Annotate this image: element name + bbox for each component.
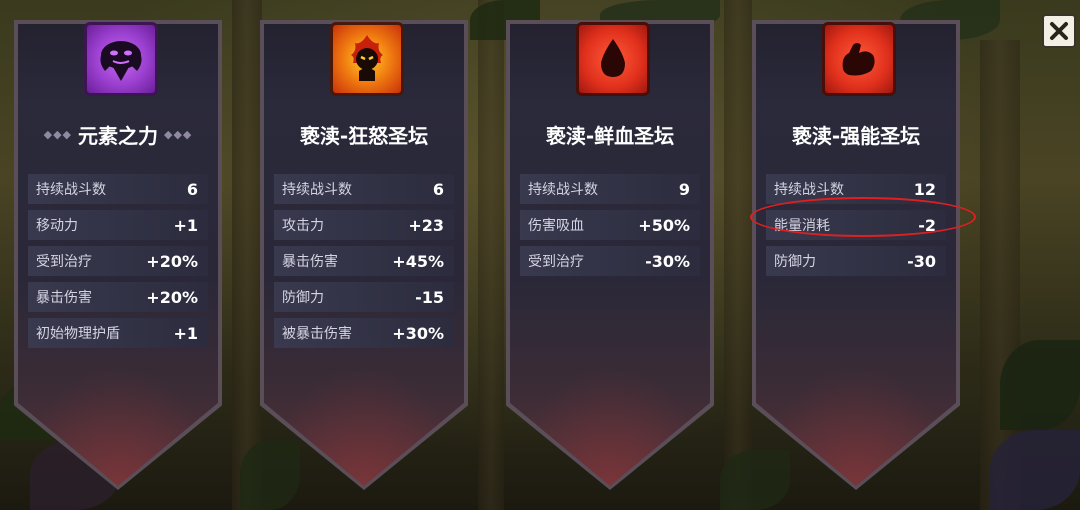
stat-row: 暴击伤害 +45% — [274, 246, 454, 276]
stat-label: 暴击伤害 — [282, 254, 338, 270]
stat-row: 暴击伤害 +20% — [28, 282, 208, 312]
stat-label: 攻击力 — [282, 218, 324, 234]
stat-row: 受到治疗 +20% — [28, 246, 208, 276]
stat-value: 12 — [913, 179, 936, 199]
flexed-arm-icon — [822, 22, 896, 96]
stat-value: -30 — [907, 251, 936, 271]
elemental-face-icon — [84, 22, 158, 96]
stat-label: 持续战斗数 — [36, 182, 106, 198]
stat-label: 受到治疗 — [36, 254, 92, 270]
stat-list: 持续战斗数 6 移动力 +1 受到治疗 +20% 暴击伤害 +20% 初始物理护… — [28, 174, 208, 354]
stat-row: 初始物理护盾 +1 — [28, 318, 208, 348]
stat-label: 初始物理护盾 — [36, 326, 120, 342]
stat-label: 防御力 — [282, 290, 324, 306]
stat-label: 受到治疗 — [528, 254, 584, 270]
stat-value: +45% — [392, 251, 444, 271]
stat-row: 伤害吸血 +50% — [520, 210, 700, 240]
stat-value: +23 — [408, 215, 444, 235]
stat-value: 6 — [432, 179, 444, 199]
stat-value: +20% — [146, 251, 198, 271]
stat-value: +1 — [173, 323, 198, 343]
stat-value: +50% — [638, 215, 690, 235]
stat-label: 持续战斗数 — [282, 182, 352, 198]
stat-label: 暴击伤害 — [36, 290, 92, 306]
stat-label: 被暴击伤害 — [282, 326, 352, 342]
stat-row: 防御力 -30 — [766, 246, 946, 276]
close-icon — [1050, 22, 1068, 40]
title-ornament-left: ◆◆◆ — [43, 127, 72, 141]
stat-value: +1 — [173, 215, 198, 235]
highlight-ellipse — [750, 197, 976, 237]
close-button[interactable] — [1042, 14, 1076, 48]
stat-row: 攻击力 +23 — [274, 210, 454, 240]
stat-value: -15 — [415, 287, 444, 307]
stat-label: 伤害吸血 — [528, 218, 584, 234]
card-title: 亵渎-狂怒圣坛 — [299, 123, 429, 148]
stat-row: 持续战斗数 6 — [274, 174, 454, 204]
stat-value: 9 — [678, 179, 690, 199]
stat-row: 持续战斗数 6 — [28, 174, 208, 204]
card-title: 元素之力 — [78, 123, 158, 148]
stat-row: 移动力 +1 — [28, 210, 208, 240]
stat-value: +20% — [146, 287, 198, 307]
stat-label: 持续战斗数 — [774, 182, 844, 198]
stat-value: +30% — [392, 323, 444, 343]
stat-list: 持续战斗数 6 攻击力 +23 暴击伤害 +45% 防御力 -15 被暴击伤害 … — [274, 174, 454, 354]
blood-drop-icon — [576, 22, 650, 96]
stat-row: 受到治疗 -30% — [520, 246, 700, 276]
stat-value: -30% — [645, 251, 690, 271]
card-title: 亵渎-鲜血圣坛 — [545, 123, 675, 148]
rage-flame-icon — [330, 22, 404, 96]
stat-label: 移动力 — [36, 218, 78, 234]
stat-row: 被暴击伤害 +30% — [274, 318, 454, 348]
stat-label: 持续战斗数 — [528, 182, 598, 198]
stat-value: 6 — [186, 179, 198, 199]
stat-label: 防御力 — [774, 254, 816, 270]
stat-row: 持续战斗数 9 — [520, 174, 700, 204]
stat-list: 持续战斗数 9 伤害吸血 +50% 受到治疗 -30% — [520, 174, 700, 282]
card-title: 亵渎-强能圣坛 — [791, 123, 921, 148]
stat-row: 防御力 -15 — [274, 282, 454, 312]
title-ornament-right: ◆◆◆ — [164, 127, 193, 141]
